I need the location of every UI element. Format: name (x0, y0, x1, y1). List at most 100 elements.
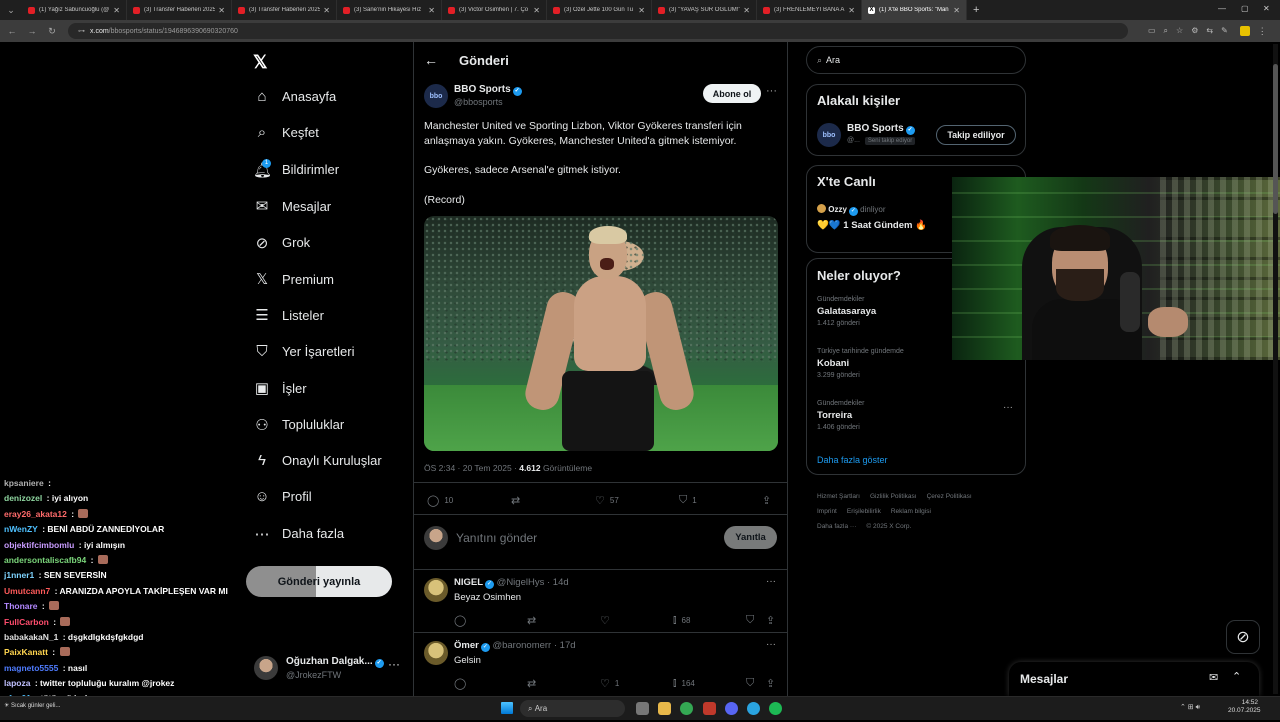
weather-widget[interactable]: ☀ Sıcak günler geli... (4, 702, 60, 709)
new-message-icon[interactable]: ✉ (1209, 671, 1218, 684)
footer-link[interactable]: Hizmet Şartları (817, 493, 860, 500)
more-dots-icon[interactable]: ··· (766, 639, 776, 650)
telegram-icon[interactable] (747, 702, 760, 715)
related-name[interactable]: BBO Sports (847, 123, 904, 134)
footer-link[interactable]: Erişilebilirlik (847, 508, 881, 515)
more-dots-icon[interactable]: ··· (1003, 402, 1013, 413)
chat-username[interactable]: babakakaN_1 (4, 632, 58, 642)
sidebar-item-more-circle[interactable]: ⋯ Daha fazla (253, 525, 345, 543)
like-button[interactable]: ♡ 57 (595, 494, 619, 507)
chat-username[interactable]: PaixKanatt (4, 647, 48, 657)
reload-icon[interactable]: ↻ (44, 26, 60, 37)
more-dots-icon[interactable]: ··· (388, 657, 400, 671)
app-icon[interactable] (703, 702, 716, 715)
reply-post[interactable]: NIGEL ✓ @NigelHys · 14d ··· Beyaz Osimhen… (414, 569, 787, 632)
browser-tab[interactable]: (3) Transfer Haberleri 2025 ✕ (127, 0, 232, 20)
chrome-icon[interactable] (680, 702, 693, 715)
reply-name[interactable]: Ömer (454, 640, 479, 651)
close-tab-icon[interactable]: ✕ (428, 6, 435, 15)
chat-username[interactable]: magneto5555 (4, 663, 58, 673)
repost-button[interactable]: ⇄ (511, 494, 525, 507)
new-tab-button[interactable]: + (973, 4, 979, 16)
task-view-icon[interactable] (636, 702, 649, 715)
subscribe-button[interactable]: Abone ol (703, 84, 761, 103)
close-tab-icon[interactable]: ✕ (638, 6, 645, 15)
sidebar-item-search[interactable]: ⌕ Keşfet (253, 124, 319, 141)
back-button[interactable]: ← (424, 52, 438, 68)
site-info-icon[interactable]: ⊶ (78, 27, 85, 35)
chat-username[interactable]: Umutcann7 (4, 586, 50, 596)
close-tab-icon[interactable]: ✕ (953, 6, 960, 15)
close-tab-icon[interactable]: ✕ (533, 6, 540, 15)
reply-handle[interactable]: @baronomerr (492, 640, 551, 651)
more-dots-icon[interactable]: ··· (766, 85, 777, 97)
reply-name[interactable]: NIGEL (454, 577, 483, 588)
reply-avatar[interactable] (424, 641, 448, 665)
footer-link[interactable]: © 2025 X Corp. (866, 523, 911, 530)
sidebar-item-person[interactable]: ☺ Profil (253, 488, 311, 505)
author-handle[interactable]: @bbosports (454, 97, 503, 107)
close-tab-icon[interactable]: ✕ (323, 6, 330, 15)
reply-button[interactable]: ◯ 10 (427, 494, 453, 507)
repost-button[interactable]: ⇄ (527, 614, 541, 627)
bookmark-button[interactable]: ⛉ (746, 677, 759, 690)
reply-time[interactable]: 14d (553, 577, 569, 588)
extensions-icons[interactable]: ▭⌕☆⚙⇆✎ (1148, 26, 1236, 36)
search-input[interactable]: ⌕ Ara (806, 46, 1026, 74)
trend-item[interactable]: Gündemdekiler Torreira 1.406 gönderi ··· (817, 400, 1017, 446)
share-button[interactable]: ⇪ (766, 614, 780, 627)
url-field[interactable]: ⊶ x.com/bbosports/status/194689639069032… (68, 23, 1128, 39)
sidebar-item-bookmark[interactable]: ⛉ Yer İşaretleri (253, 343, 354, 360)
chat-username[interactable]: lapoza (4, 678, 30, 688)
taskbar-search[interactable]: ⌕ Ara (520, 700, 625, 717)
reply-handle[interactable]: @NigelHys (497, 577, 545, 588)
like-button[interactable]: ♡ (600, 614, 615, 627)
chat-username[interactable]: kpsaniere (4, 478, 44, 488)
views-button[interactable]: ⫾ 164 (673, 677, 695, 690)
back-arrow-icon[interactable]: ← (4, 26, 20, 36)
browser-tab[interactable]: X (1) X'te BBO Sports: "Man ✕ (862, 0, 967, 20)
reply-input[interactable]: Yanıtını gönder (456, 531, 537, 545)
live-space-title[interactable]: 💛💙 1 Saat Gündem 🔥 (817, 220, 927, 231)
following-button[interactable]: Takip ediliyor (936, 125, 1016, 145)
footer-link[interactable]: Reklam bilgisi (891, 508, 931, 515)
forward-arrow-icon[interactable]: → (24, 26, 40, 36)
share-button[interactable]: ⇪ (762, 494, 776, 507)
chat-username[interactable]: objektifcimbomlu (4, 540, 74, 550)
minimize-button[interactable]: — (1218, 4, 1226, 13)
browser-tab[interactable]: (3) Transfer Haberleri 2025 ✕ (232, 0, 337, 20)
chat-username[interactable]: andersontaliscafb94 (4, 555, 86, 565)
spotify-icon[interactable] (769, 702, 782, 715)
share-button[interactable]: ⇪ (766, 677, 780, 690)
reply-button[interactable]: ◯ (454, 677, 471, 690)
browser-tab[interactable]: (1) Yağız Sabuncuoğlu (@ ✕ (22, 0, 127, 20)
chat-username[interactable]: FullCarbon (4, 617, 49, 627)
close-tab-icon[interactable]: ✕ (218, 6, 225, 15)
more-dots-icon[interactable]: ··· (766, 576, 776, 587)
live-user[interactable]: Ozzy (828, 205, 847, 214)
discord-icon[interactable] (725, 702, 738, 715)
sidebar-item-briefcase[interactable]: ▣ İşler (253, 379, 307, 397)
reply-post[interactable]: Ömer ✓ @baronomerr · 17d ··· Gelsin ◯ ⇄ ♡… (414, 632, 787, 695)
chat-username[interactable]: Thonare (4, 601, 38, 611)
post-timestamp[interactable]: ÖS 2:34 · 20 Tem 2025 · (424, 463, 519, 473)
post-button[interactable]: Gönderi yayınla (246, 566, 392, 597)
file-explorer-icon[interactable] (658, 702, 671, 715)
bookmark-button[interactable]: ⛉ (746, 614, 759, 627)
author-avatar[interactable]: bbo (424, 84, 448, 108)
bookmark-button[interactable]: ⛉ 1 (679, 494, 697, 507)
menu-kebab-icon[interactable]: ⋮ (1258, 26, 1267, 37)
browser-tab[interactable]: (3) Sane'nin Hikayesi Hız ✕ (337, 0, 442, 20)
sidebar-item-communities[interactable]: ⚇ Topluluklar (253, 416, 344, 434)
reply-submit-button[interactable]: Yanıtla (724, 526, 777, 549)
reply-button[interactable]: ◯ (454, 614, 471, 627)
reply-time[interactable]: 17d (560, 640, 576, 651)
footer-link[interactable]: Daha fazla ··· (817, 523, 856, 530)
expand-icon[interactable]: ⌃ (1232, 670, 1241, 683)
chat-username[interactable]: j1nner1 (4, 570, 34, 580)
browser-tab[interactable]: (3) Victor Osimhen | 7. Ço ✕ (442, 0, 547, 20)
browser-tab[interactable]: (3) Özel Jette 100 Gün Tu ✕ (547, 0, 652, 20)
sidebar-item-mail[interactable]: ✉ Mesajlar (253, 197, 331, 215)
footer-link[interactable]: Imprint (817, 508, 837, 515)
chat-username[interactable]: eray26_akata12 (4, 509, 67, 519)
